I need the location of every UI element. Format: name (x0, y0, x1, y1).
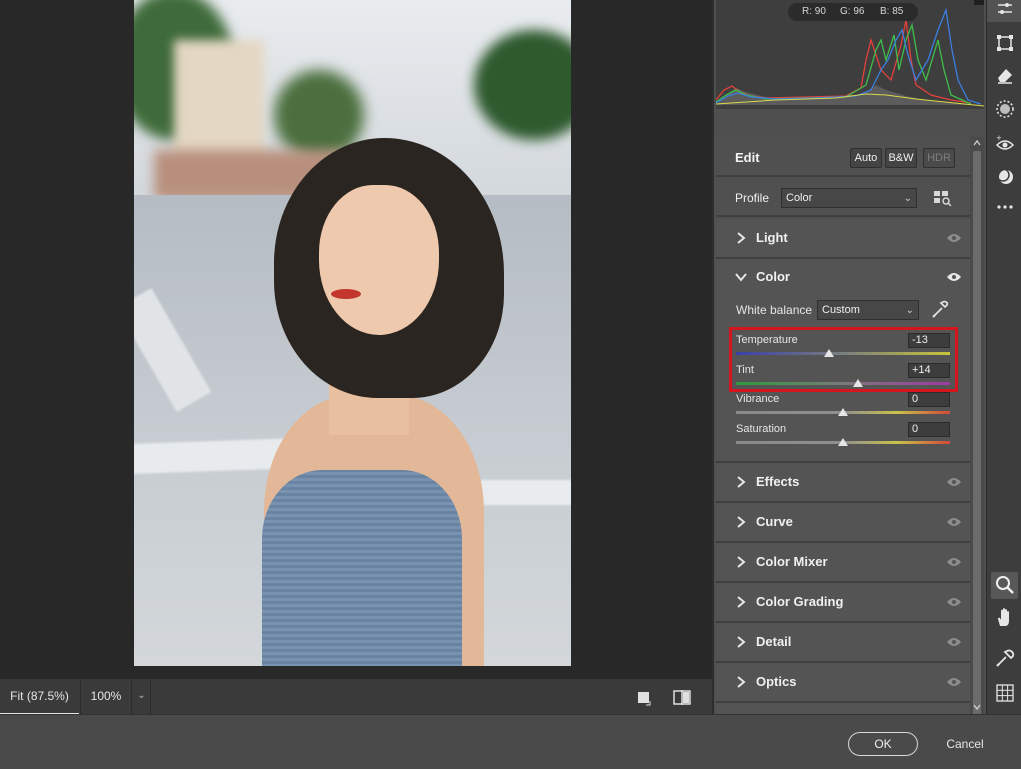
edit-header: Edit Auto B&W HDR (716, 137, 970, 177)
auto-button[interactable]: Auto (850, 148, 882, 168)
histogram: R: 90 G: 96 B: 85 (716, 0, 984, 109)
vibrance-slider-thumb[interactable] (838, 408, 848, 416)
effects-section[interactable]: Effects (716, 463, 970, 503)
cancel-button[interactable]: Cancel (940, 732, 990, 756)
mask-icon[interactable] (994, 98, 1016, 120)
eye-icon[interactable] (946, 476, 962, 488)
profile-browser-icon[interactable] (933, 190, 953, 206)
effects-title: Effects (756, 474, 800, 489)
grid-overlay-icon[interactable] (994, 682, 1016, 704)
zoom-100-button[interactable]: 100% (80, 679, 132, 715)
optics-title: Optics (756, 674, 797, 689)
image-canvas[interactable] (0, 0, 712, 678)
eyedropper-tool-icon[interactable] (994, 647, 1016, 669)
chevron-right-icon (737, 556, 746, 568)
profile-select[interactable]: Color ⌄ (781, 188, 917, 208)
edit-panel: R: 90 G: 96 B: 85 Edit Auto B&W HDR Prof… (712, 0, 986, 769)
camera-raw-window: Fit (87.5%) 100% ⌄ R: 90 G: 96 B: 85 Edi… (0, 0, 1021, 769)
crop-transform-icon[interactable] (994, 32, 1016, 54)
hand-tool-icon[interactable] (994, 606, 1016, 628)
before-after-icon[interactable] (672, 687, 692, 707)
optics-section[interactable]: Optics (716, 663, 970, 703)
r-value: R: 90 (802, 6, 826, 17)
vibrance-value[interactable]: 0 (908, 392, 950, 407)
rgb-readout: R: 90 G: 96 B: 85 (788, 3, 918, 21)
panel-scrollbar[interactable] (970, 137, 984, 769)
eye-icon[interactable] (946, 596, 962, 608)
chevron-right-icon (737, 636, 746, 648)
eye-icon[interactable] (946, 636, 962, 648)
scroll-up-icon[interactable] (973, 139, 981, 147)
g-value: G: 96 (840, 6, 865, 17)
bw-button[interactable]: B&W (885, 148, 917, 168)
edit-title: Edit (735, 150, 760, 165)
white-balance-select[interactable]: Custom ⌄ (817, 300, 919, 320)
profile-row: Profile Color ⌄ (716, 179, 970, 217)
scroll-thumb[interactable] (973, 151, 981, 769)
vibrance-label: Vibrance (736, 393, 780, 405)
color-title: Color (756, 269, 790, 284)
dialog-footer: OK Cancel (0, 714, 1021, 769)
chevron-right-icon (737, 516, 746, 528)
toggle-view-icon[interactable] (634, 687, 654, 707)
zoom-fit-button[interactable]: Fit (87.5%) (0, 679, 79, 715)
profile-value: Color (786, 192, 813, 204)
detail-section[interactable]: Detail (716, 623, 970, 663)
light-title: Light (756, 230, 788, 245)
scroll-down-icon[interactable] (973, 703, 981, 711)
curve-title: Curve (756, 514, 793, 529)
next-section-edge (716, 703, 970, 714)
white-balance-label: White balance (736, 303, 813, 317)
red-eye-icon[interactable]: + (994, 133, 1016, 155)
ok-button[interactable]: OK (848, 732, 918, 756)
eye-icon[interactable] (946, 676, 962, 688)
presets-icon[interactable] (994, 165, 1016, 187)
eye-icon[interactable] (946, 271, 962, 283)
color-grading-title: Color Grading (756, 594, 844, 609)
chevron-down-icon: ⌄ (905, 305, 914, 316)
saturation-value[interactable]: 0 (908, 422, 950, 437)
zoom-bar: Fit (87.5%) 100% ⌄ (0, 678, 712, 715)
color-grading-section[interactable]: Color Grading (716, 583, 970, 623)
profile-label: Profile (735, 191, 770, 205)
eraser-icon[interactable] (994, 64, 1016, 86)
chevron-right-icon (737, 676, 746, 688)
saturation-slider-thumb[interactable] (838, 438, 848, 446)
b-value: B: 85 (880, 6, 904, 17)
chevron-down-icon: ⌄ (903, 193, 912, 204)
chevron-right-icon (737, 476, 746, 488)
color-mixer-title: Color Mixer (756, 554, 828, 569)
eyedropper-icon[interactable] (931, 299, 949, 319)
hdr-button[interactable]: HDR (923, 148, 955, 168)
chevron-right-icon (737, 596, 746, 608)
highlight-box (729, 327, 958, 392)
zoom-tool-icon[interactable] (994, 574, 1016, 596)
eye-icon[interactable] (946, 556, 962, 568)
color-mixer-section[interactable]: Color Mixer (716, 543, 970, 583)
preview-photo (134, 0, 571, 666)
zoom-dropdown-chevron-icon[interactable]: ⌄ (133, 679, 151, 715)
edit-sliders-icon[interactable] (994, 0, 1016, 22)
eye-icon[interactable] (946, 232, 962, 244)
eye-icon[interactable] (946, 516, 962, 528)
more-icon[interactable] (994, 196, 1016, 218)
light-section[interactable]: Light (716, 219, 970, 259)
svg-text:+: + (996, 134, 1002, 142)
chevron-right-icon (737, 232, 746, 244)
curve-section[interactable]: Curve (716, 503, 970, 543)
chevron-down-icon[interactable] (735, 272, 747, 282)
detail-title: Detail (756, 634, 792, 649)
saturation-label: Saturation (736, 423, 787, 435)
white-balance-value: Custom (822, 304, 860, 316)
tool-strip: + (986, 0, 1021, 714)
